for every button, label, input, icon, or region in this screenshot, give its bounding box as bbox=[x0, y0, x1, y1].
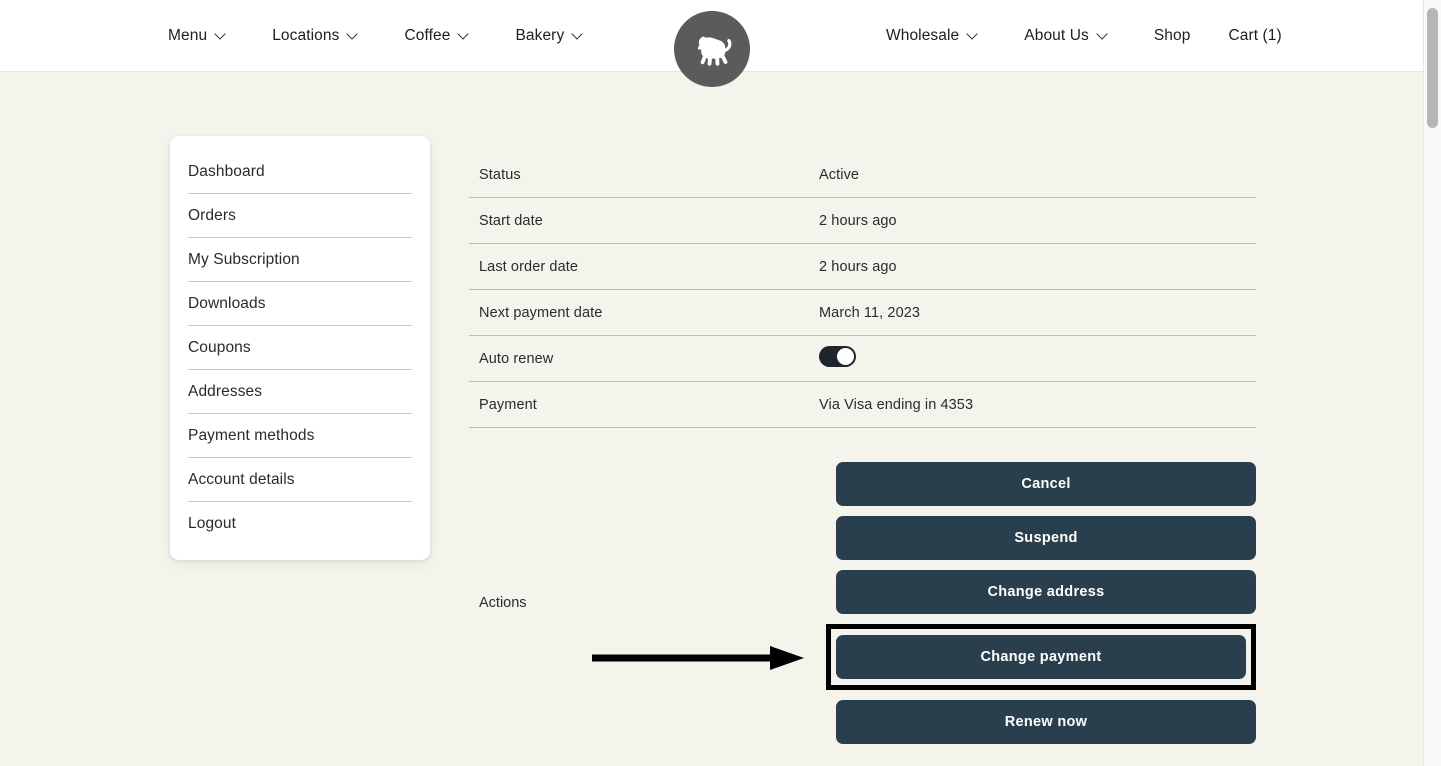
subscription-details-table: Status Active Start date 2 hours ago Las… bbox=[469, 152, 1256, 744]
nav-item-wholesale[interactable]: Wholesale bbox=[886, 27, 977, 45]
next-payment-date-value: March 11, 2023 bbox=[819, 304, 921, 321]
nav-item-label: Bakery bbox=[515, 27, 565, 44]
suspend-button-wrap: Suspend bbox=[836, 516, 1256, 560]
nav-right-group: Wholesale About Us Shop Cart (1) bbox=[886, 0, 1282, 72]
scrollbar-thumb[interactable] bbox=[1427, 8, 1438, 128]
sidebar-item-label: Account details bbox=[188, 470, 295, 488]
nav-item-bakery[interactable]: Bakery bbox=[515, 27, 582, 45]
nav-item-locations[interactable]: Locations bbox=[272, 27, 357, 45]
chevron-down-icon bbox=[1098, 30, 1107, 39]
renew-now-button-wrap: Renew now bbox=[836, 700, 1256, 744]
renew-now-button[interactable]: Renew now bbox=[836, 700, 1256, 744]
sidebar-item-label: Coupons bbox=[188, 338, 251, 356]
actions-button-group: Cancel Suspend Change address Change pay… bbox=[819, 462, 1256, 744]
auto-renew-value bbox=[819, 346, 1256, 371]
table-row-next-payment-date: Next payment date March 11, 2023 bbox=[469, 290, 1256, 336]
nav-item-about-us[interactable]: About Us bbox=[1024, 27, 1107, 45]
sidebar-item-my-subscription[interactable]: My Subscription bbox=[188, 238, 412, 282]
sidebar-item-addresses[interactable]: Addresses bbox=[188, 370, 412, 414]
sidebar-item-label: Downloads bbox=[188, 294, 266, 312]
table-row-last-order-date: Last order date 2 hours ago bbox=[469, 244, 1256, 290]
row-label: Payment bbox=[479, 396, 537, 413]
table-row-auto-renew: Auto renew bbox=[469, 336, 1256, 382]
row-label: Start date bbox=[479, 212, 543, 229]
monkey-logo-icon[interactable] bbox=[674, 11, 750, 87]
table-row-actions: Actions Cancel Suspend Change address Ch… bbox=[469, 428, 1256, 744]
sidebar-item-orders[interactable]: Orders bbox=[188, 194, 412, 238]
cart-label: Cart (1) bbox=[1228, 27, 1282, 44]
chevron-down-icon bbox=[573, 30, 582, 39]
suspend-button[interactable]: Suspend bbox=[836, 516, 1256, 560]
actions-label: Actions bbox=[479, 595, 527, 611]
change-address-button-wrap: Change address bbox=[836, 570, 1256, 614]
nav-item-coffee[interactable]: Coffee bbox=[404, 27, 468, 45]
nav-left-group: Menu Locations Coffee Bakery bbox=[168, 0, 582, 72]
chevron-down-icon bbox=[348, 30, 357, 39]
chevron-down-icon bbox=[216, 30, 225, 39]
sidebar-item-label: Payment methods bbox=[188, 426, 315, 444]
change-address-button[interactable]: Change address bbox=[836, 570, 1256, 614]
vertical-scrollbar[interactable] bbox=[1423, 0, 1441, 766]
nav-item-label: Locations bbox=[272, 27, 340, 44]
sidebar-item-label: My Subscription bbox=[188, 250, 300, 268]
nav-item-label: Menu bbox=[168, 27, 208, 44]
row-label: Status bbox=[479, 166, 521, 183]
sidebar-item-downloads[interactable]: Downloads bbox=[188, 282, 412, 326]
table-row-status: Status Active bbox=[469, 152, 1256, 198]
sidebar-item-label: Addresses bbox=[188, 382, 263, 400]
sidebar-item-coupons[interactable]: Coupons bbox=[188, 326, 412, 370]
row-label: Last order date bbox=[479, 258, 579, 275]
sidebar-item-label: Orders bbox=[188, 206, 236, 224]
status-value: Active bbox=[819, 166, 860, 183]
nav-item-label: Wholesale bbox=[886, 27, 960, 44]
start-date-value: 2 hours ago bbox=[819, 212, 897, 229]
nav-item-label: Coffee bbox=[404, 27, 451, 44]
table-row-start-date: Start date 2 hours ago bbox=[469, 198, 1256, 244]
sidebar-item-account-details[interactable]: Account details bbox=[188, 458, 412, 502]
row-label: Next payment date bbox=[479, 304, 603, 321]
table-row-payment: Payment Via Visa ending in 4353 bbox=[469, 382, 1256, 428]
last-order-date-value: 2 hours ago bbox=[819, 258, 897, 275]
nav-item-shop[interactable]: Shop bbox=[1154, 27, 1191, 45]
nav-item-label: Shop bbox=[1153, 27, 1191, 44]
sidebar-item-dashboard[interactable]: Dashboard bbox=[188, 150, 412, 194]
chevron-down-icon bbox=[968, 30, 977, 39]
cancel-button[interactable]: Cancel bbox=[836, 462, 1256, 506]
sidebar-item-payment-methods[interactable]: Payment methods bbox=[188, 414, 412, 458]
change-payment-highlight-box: Change payment bbox=[826, 624, 1256, 690]
sidebar-item-logout[interactable]: Logout bbox=[188, 502, 412, 546]
nav-item-label: About Us bbox=[1024, 27, 1089, 44]
row-label: Auto renew bbox=[479, 350, 554, 367]
auto-renew-toggle[interactable] bbox=[819, 346, 856, 367]
change-payment-button[interactable]: Change payment bbox=[836, 635, 1246, 679]
nav-item-menu[interactable]: Menu bbox=[168, 27, 225, 45]
account-sidebar: Dashboard Orders My Subscription Downloa… bbox=[170, 136, 430, 560]
sidebar-item-label: Dashboard bbox=[188, 162, 265, 180]
nav-item-cart[interactable]: Cart (1) bbox=[1228, 27, 1281, 45]
sidebar-item-label: Logout bbox=[188, 515, 237, 532]
cancel-button-wrap: Cancel bbox=[836, 462, 1256, 506]
page-root: Menu Locations Coffee Bakery Wholesale A… bbox=[0, 0, 1423, 766]
payment-method-value: Via Visa ending in 4353 bbox=[819, 396, 974, 413]
chevron-down-icon bbox=[459, 30, 468, 39]
right-arrow-annotation-icon bbox=[592, 646, 804, 670]
